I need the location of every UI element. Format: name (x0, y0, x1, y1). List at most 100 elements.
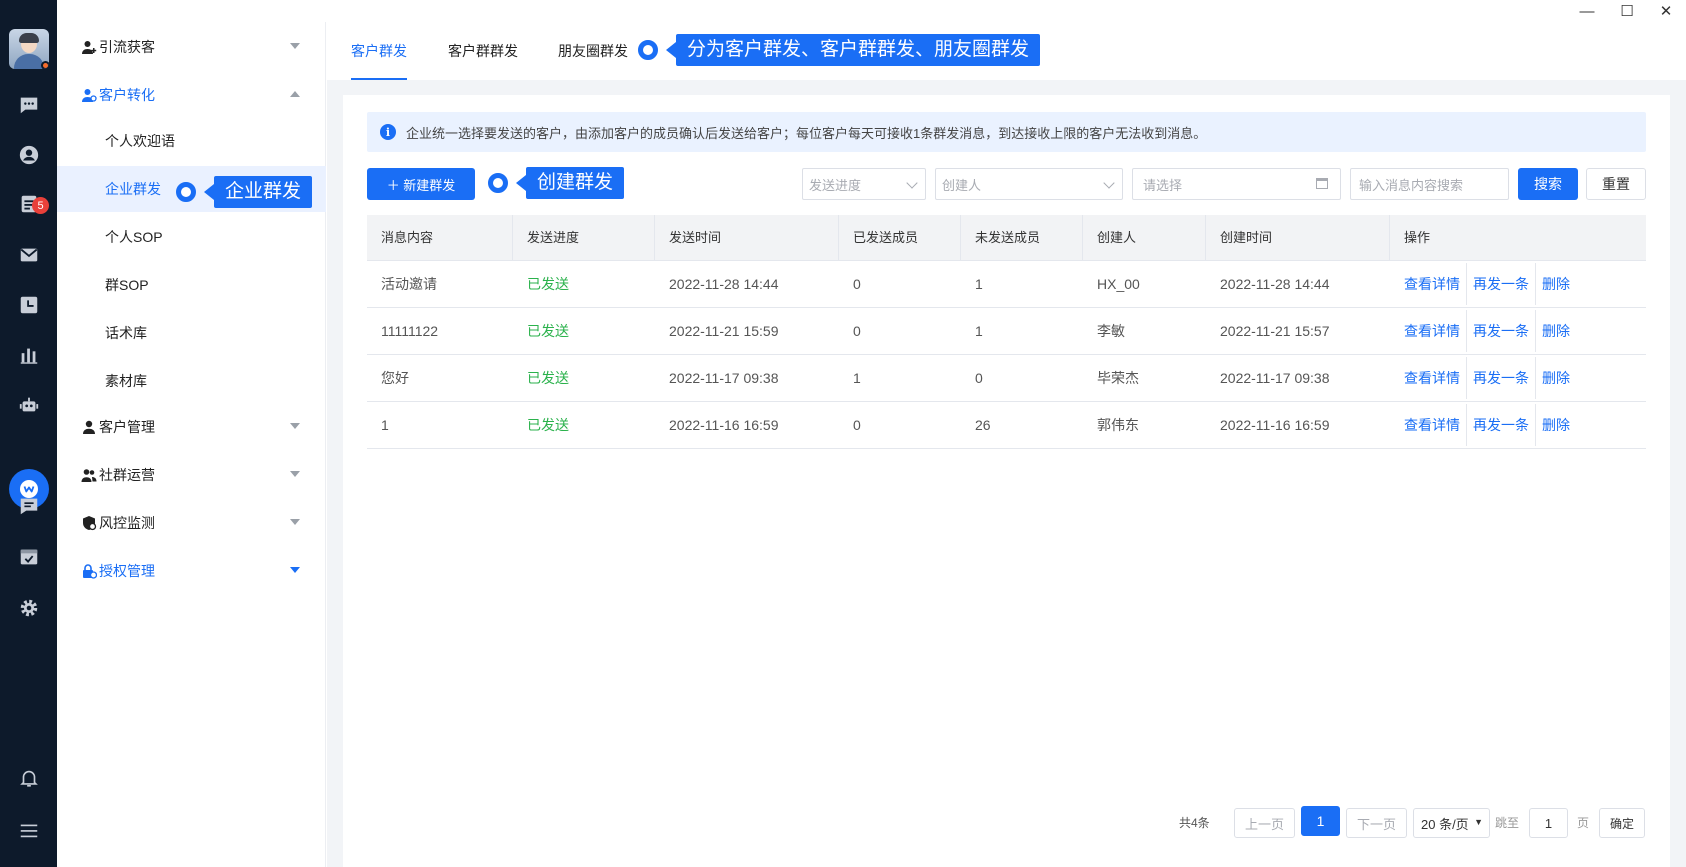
menu-group-lead[interactable]: 引流获客 (57, 25, 326, 69)
close-button[interactable]: ✕ (1646, 0, 1686, 22)
menu-group-label: 风控监测 (99, 515, 155, 531)
chat-icon[interactable] (17, 93, 41, 117)
info-icon: i (380, 124, 396, 140)
progress-select[interactable]: 发送进度 (802, 168, 926, 200)
cell-content: 11111122 (381, 323, 439, 339)
creator-placeholder: 创建人 (942, 177, 982, 193)
cell-ops: 查看详情 再发一条 删除 (1390, 308, 1646, 354)
page-size-select[interactable]: 20 条/页 ▼ (1413, 808, 1490, 838)
cell-content: 1 (381, 417, 389, 433)
cell-sent: 0 (853, 417, 861, 433)
confirm-jump-button[interactable]: 确定 (1599, 808, 1645, 838)
callout-menu-text: 企业群发 (214, 176, 313, 208)
shield-icon (81, 515, 97, 531)
menu-group-label: 客户管理 (99, 419, 155, 435)
page-size-value: 20 条/页 (1421, 816, 1469, 832)
chart-icon[interactable] (17, 343, 41, 367)
menu-group-auth[interactable]: 授权管理 (57, 549, 326, 593)
lock-icon (81, 563, 97, 579)
column-header: 创建时间 (1206, 215, 1390, 261)
contact-icon[interactable] (17, 143, 41, 167)
delete-link[interactable]: 删除 (1536, 263, 1576, 305)
message-icon[interactable] (17, 494, 41, 518)
task-icon[interactable] (17, 545, 41, 569)
delete-link[interactable]: 删除 (1536, 357, 1576, 399)
column-header: 消息内容 (367, 215, 513, 261)
content-card: i 企业统一选择要发送的客户，由添加客户的成员确认后发送给客户；每位客户每天可接… (343, 95, 1670, 867)
resend-link[interactable]: 再发一条 (1467, 404, 1536, 446)
menu-item-welcome[interactable]: 个人欢迎语 (57, 118, 326, 164)
table-header: 消息内容 发送进度 发送时间 已发送成员 未发送成员 创建人 创建时间 操作 (367, 215, 1646, 261)
cell-sent: 1 (853, 370, 861, 386)
view-detail-link[interactable]: 查看详情 (1404, 263, 1467, 305)
column-header: 创建人 (1083, 215, 1206, 261)
new-broadcast-button[interactable]: ＋ 新建群发 (367, 168, 475, 200)
table-row: 1 已发送 2022-11-16 16:59 0 26 郭伟东 2022-11-… (367, 402, 1646, 449)
chevron-down-icon (1103, 177, 1115, 189)
hamburger-menu-icon[interactable] (17, 819, 41, 843)
cell-creator: HX_00 (1097, 276, 1140, 292)
page-1-button[interactable]: 1 (1301, 806, 1340, 836)
view-detail-link[interactable]: 查看详情 (1404, 404, 1467, 446)
resend-link[interactable]: 再发一条 (1467, 310, 1536, 352)
page-unit: 页 (1577, 816, 1590, 830)
tab-customer-broadcast[interactable]: 客户群发 (351, 22, 407, 80)
view-detail-link[interactable]: 查看详情 (1404, 357, 1467, 399)
jump-input[interactable]: 1 (1529, 808, 1568, 838)
table-row: 您好 已发送 2022-11-17 09:38 1 0 毕荣杰 2022-11-… (367, 355, 1646, 402)
menu-group-risk[interactable]: 风控监测 (57, 501, 326, 545)
delete-link[interactable]: 删除 (1536, 404, 1576, 446)
robot-icon[interactable] (17, 393, 41, 417)
date-picker[interactable]: 请选择 (1132, 168, 1341, 200)
menu-item-group-sop[interactable]: 群SOP (57, 262, 326, 308)
delete-link[interactable]: 删除 (1536, 310, 1576, 352)
prev-page-button[interactable]: 上一页 (1234, 808, 1295, 838)
cell-send-time: 2022-11-28 14:44 (669, 276, 779, 292)
submenu: 引流获客 客户转化 个人欢迎语 企业群发 个人SOP 群SOP 话术库 素材库 … (57, 22, 326, 867)
caret-down-icon: ▼ (1474, 817, 1483, 827)
bell-icon[interactable] (17, 766, 41, 790)
cell-creator: 郭伟东 (1097, 417, 1139, 433)
clock-icon[interactable] (17, 293, 41, 317)
tab-moments-broadcast[interactable]: 朋友圈群发 (558, 22, 628, 80)
gear-icon[interactable] (17, 596, 41, 620)
cell-created: 2022-11-17 09:38 (1220, 370, 1330, 386)
mail-icon[interactable] (17, 243, 41, 267)
resend-link[interactable]: 再发一条 (1467, 357, 1536, 399)
notice-banner: i 企业统一选择要发送的客户，由添加客户的成员确认后发送给客户；每位客户每天可接… (367, 112, 1646, 152)
app-rail: 5 (0, 0, 57, 867)
cell-created: 2022-11-16 16:59 (1220, 417, 1330, 433)
cell-status: 已发送 (527, 370, 569, 386)
cell-unsent: 26 (975, 417, 991, 433)
column-header: 发送进度 (513, 215, 655, 261)
view-detail-link[interactable]: 查看详情 (1404, 310, 1467, 352)
cell-send-time: 2022-11-21 15:59 (669, 323, 779, 339)
menu-item-script-library[interactable]: 话术库 (57, 310, 326, 356)
tab-group-broadcast[interactable]: 客户群群发 (448, 22, 518, 80)
avatar[interactable] (9, 29, 49, 69)
marker-ring-icon (488, 173, 508, 193)
resend-link[interactable]: 再发一条 (1467, 263, 1536, 305)
cell-unsent: 1 (975, 276, 983, 292)
users-icon (81, 467, 97, 483)
chevron-down-icon (290, 43, 300, 49)
cell-unsent: 1 (975, 323, 983, 339)
chevron-down-icon (906, 177, 918, 189)
menu-item-personal-sop[interactable]: 个人SOP (57, 214, 326, 260)
search-input[interactable]: 输入消息内容搜索 (1350, 168, 1509, 200)
cell-creator: 毕荣杰 (1097, 370, 1139, 386)
cell-status: 已发送 (527, 276, 569, 292)
menu-group-community[interactable]: 社群运营 (57, 453, 326, 497)
search-button[interactable]: 搜索 (1518, 168, 1578, 200)
callout-tabs: 分为客户群发、客户群群发、朋友圈群发 (638, 34, 1041, 66)
user-icon (81, 419, 97, 435)
menu-group-label: 客户转化 (99, 87, 155, 103)
next-page-button[interactable]: 下一页 (1346, 808, 1407, 838)
reset-button[interactable]: 重置 (1586, 168, 1646, 200)
creator-select[interactable]: 创建人 (935, 168, 1123, 200)
menu-item-material-library[interactable]: 素材库 (57, 358, 326, 404)
menu-group-customer[interactable]: 客户管理 (57, 405, 326, 449)
maximize-button[interactable]: ☐ (1607, 0, 1647, 22)
minimize-button[interactable]: — (1567, 0, 1607, 22)
menu-group-conversion[interactable]: 客户转化 (57, 73, 326, 117)
